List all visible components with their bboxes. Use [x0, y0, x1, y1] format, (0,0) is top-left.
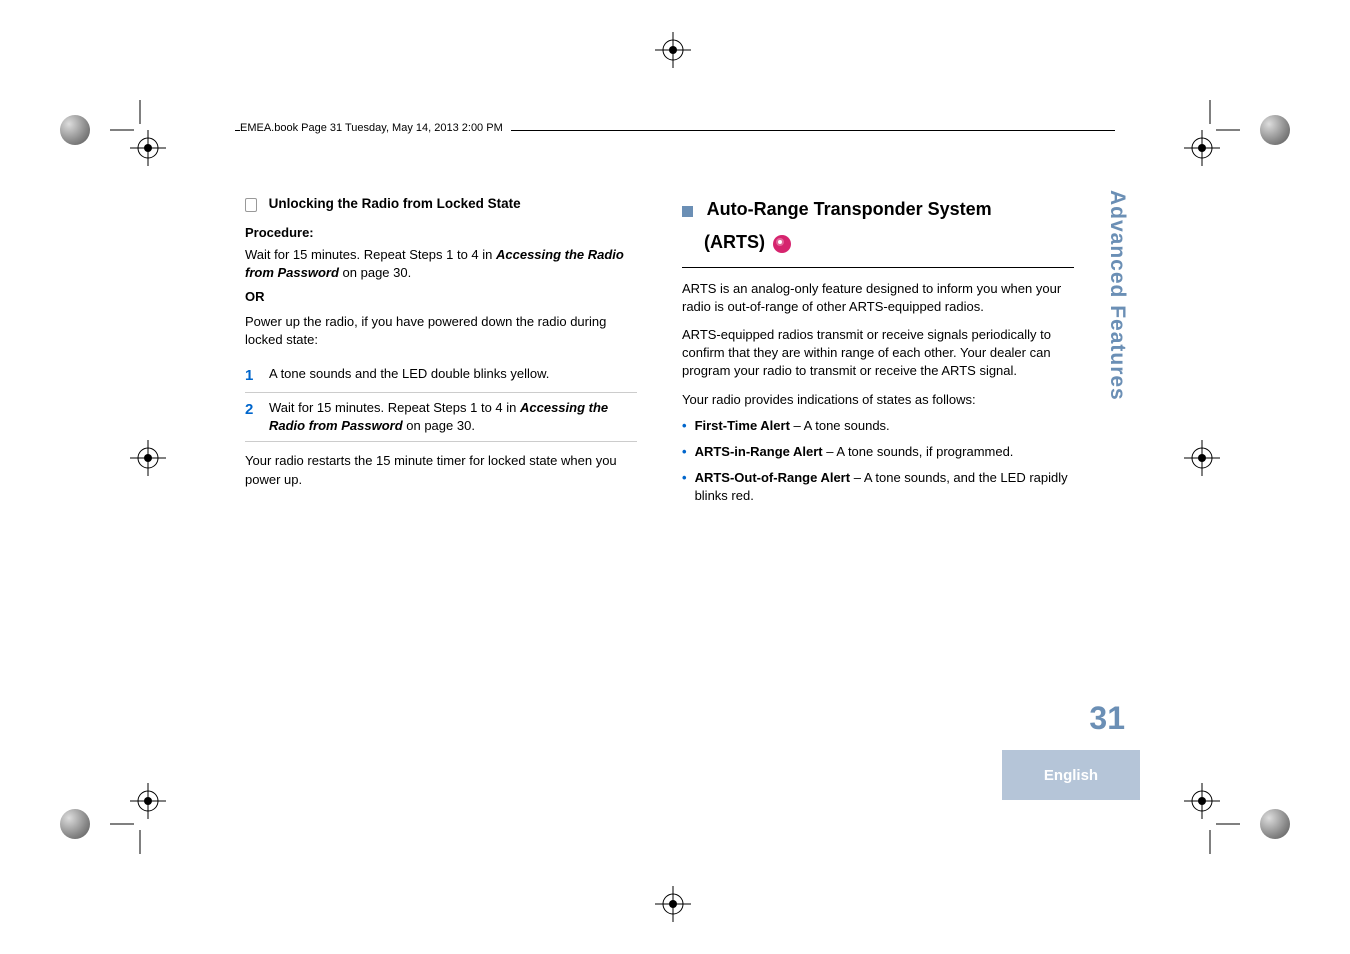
left-column: Unlocking the Radio from Locked State Pr… [245, 195, 637, 513]
procedure-label: Procedure: [245, 224, 637, 242]
language-label: English [1044, 767, 1098, 784]
bullet-desc: – A tone sounds. [790, 418, 890, 433]
square-bullet-icon [682, 206, 693, 217]
sidebar-tab: Advanced Features [1105, 190, 1135, 401]
section-title: Unlocking the Radio from Locked State [269, 196, 521, 211]
step-list: 1 A tone sounds and the LED double blink… [245, 359, 637, 442]
bullet-item: • ARTS-Out-of-Range Alert – A tone sound… [682, 469, 1074, 505]
intro-text: Wait for 15 minutes. Repeat Steps 1 to 4… [245, 246, 637, 282]
bullet-text: ARTS-Out-of-Range Alert – A tone sounds,… [695, 469, 1074, 505]
or-label: OR [245, 288, 637, 306]
step-number: 1 [245, 365, 269, 386]
intro-text-1c: on page 30. [339, 265, 411, 280]
printer-ball-icon [60, 115, 90, 145]
arts-icon [773, 235, 791, 253]
registration-mark-icon [655, 32, 691, 68]
step-text: A tone sounds and the LED double blinks … [269, 365, 637, 386]
step-item: 1 A tone sounds and the LED double blink… [245, 359, 637, 393]
language-box: English [1002, 750, 1140, 800]
step-number: 2 [245, 399, 269, 435]
bullet-term: ARTS-Out-of-Range Alert [695, 470, 851, 485]
registration-mark-icon [1184, 440, 1220, 476]
bullet-text: ARTS-in-Range Alert – A tone sounds, if … [695, 443, 1014, 461]
bullet-term: First-Time Alert [695, 418, 790, 433]
bullet-item: • ARTS-in-Range Alert – A tone sounds, i… [682, 443, 1074, 461]
bullet-item: • First-Time Alert – A tone sounds. [682, 417, 1074, 435]
registration-mark-icon [655, 886, 691, 922]
crop-mark-icon [110, 100, 164, 154]
step-text: Wait for 15 minutes. Repeat Steps 1 to 4… [269, 399, 637, 435]
crop-mark-icon [1186, 800, 1240, 854]
page-number: 31 [1089, 700, 1125, 737]
step-text-part: on page 30. [403, 418, 475, 433]
paragraph: ARTS is an analog-only feature designed … [682, 280, 1074, 316]
printer-ball-icon [1260, 809, 1290, 839]
bullet-desc: – A tone sounds, if programmed. [823, 444, 1014, 459]
bullet-list: • First-Time Alert – A tone sounds. • AR… [682, 417, 1074, 506]
intro-text-2: Power up the radio, if you have powered … [245, 313, 637, 349]
bullet-dot-icon: • [682, 417, 687, 435]
section-divider [682, 267, 1074, 268]
document-icon [245, 198, 257, 212]
step-text-part: Wait for 15 minutes. Repeat Steps 1 to 4… [269, 400, 520, 415]
page-content: EMEA.book Page 31 Tuesday, May 14, 2013 … [200, 100, 1130, 800]
step-item: 2 Wait for 15 minutes. Repeat Steps 1 to… [245, 393, 637, 442]
bullet-term: ARTS-in-Range Alert [695, 444, 823, 459]
intro-text-1a: Wait for 15 minutes. Repeat Steps 1 to 4… [245, 247, 496, 262]
registration-mark-icon [130, 440, 166, 476]
right-column: Auto-Range Transponder System (ARTS) ART… [682, 195, 1074, 513]
crop-mark-icon [110, 800, 164, 854]
header-text: EMEA.book Page 31 Tuesday, May 14, 2013 … [240, 122, 511, 134]
printer-ball-icon [1260, 115, 1290, 145]
right-heading-1: Auto-Range Transponder System [707, 199, 992, 219]
closing-text: Your radio restarts the 15 minute timer … [245, 452, 637, 488]
sidebar-label: Advanced Features [1105, 190, 1129, 401]
right-heading-2: (ARTS) [704, 232, 765, 252]
bullet-dot-icon: • [682, 469, 687, 505]
crop-mark-icon [1186, 100, 1240, 154]
bullet-text: First-Time Alert – A tone sounds. [695, 417, 890, 435]
paragraph: Your radio provides indications of state… [682, 391, 1074, 409]
bullet-dot-icon: • [682, 443, 687, 461]
paragraph: ARTS-equipped radios transmit or receive… [682, 326, 1074, 381]
printer-ball-icon [60, 809, 90, 839]
